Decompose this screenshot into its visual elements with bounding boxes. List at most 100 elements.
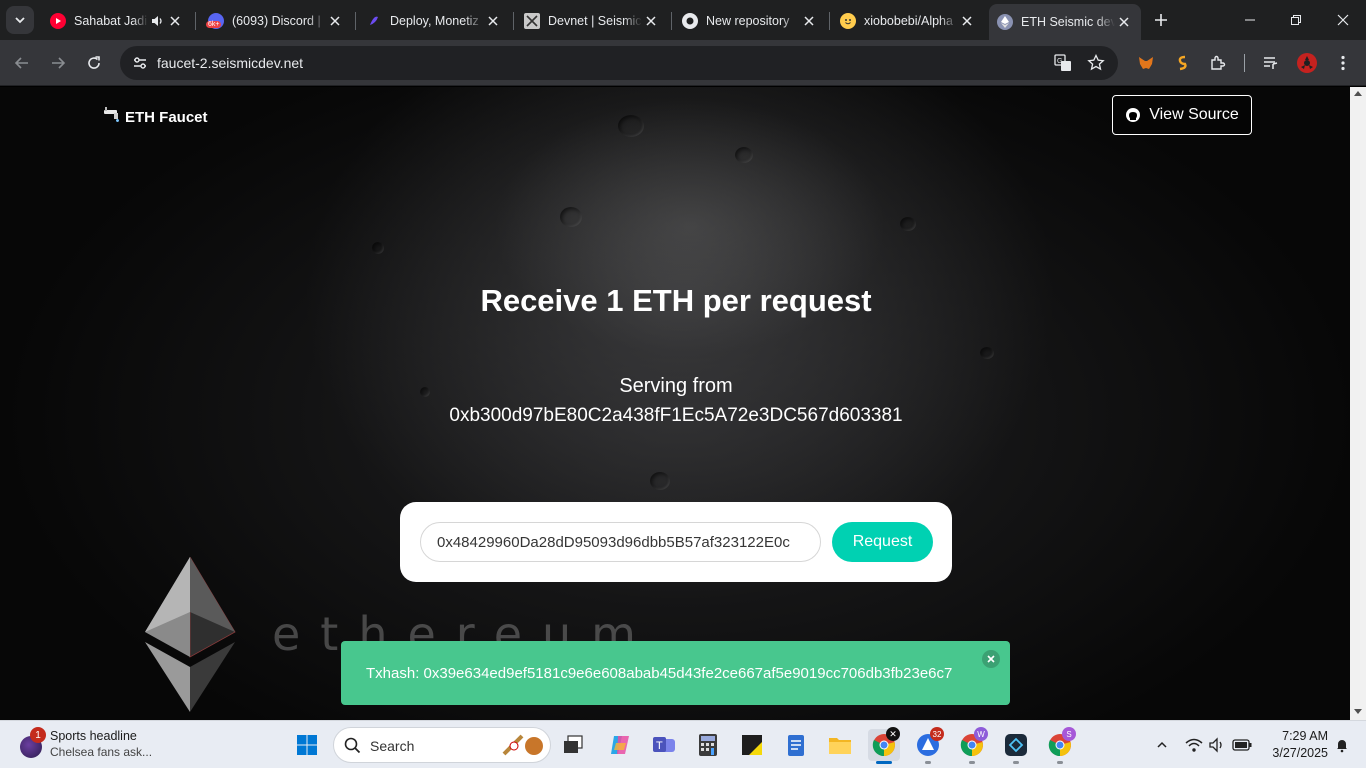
brand-logo[interactable]: ETH Faucet [103,107,208,127]
chevron-up-icon [1157,741,1167,748]
close-icon [987,655,995,663]
tab-close-icon[interactable] [1115,13,1133,31]
request-button[interactable]: Request [832,522,933,562]
app-button[interactable]: 32 [912,727,944,761]
url-text[interactable]: faucet-2.seismicdev.net [157,55,303,71]
tab-search-button[interactable] [6,6,34,34]
tab-close-icon[interactable] [166,12,184,30]
media-control-button[interactable] [1261,53,1281,73]
chrome-profile-w-button[interactable]: W [956,727,988,761]
search-icon [344,737,361,754]
tab-close-icon[interactable] [484,12,502,30]
tab-close-icon[interactable] [958,12,976,30]
sticky-notes-icon [742,735,762,755]
ethereum-logo-icon [145,557,236,712]
file-explorer-button[interactable] [824,729,856,761]
start-button[interactable] [291,729,323,761]
address-bar[interactable]: faucet-2.seismicdev.net G [120,46,1118,80]
speaker-icon[interactable] [148,12,166,30]
tab-close-icon[interactable] [800,12,818,30]
plus-icon [1155,14,1167,26]
notifications-button[interactable] [1332,735,1352,755]
running-indicator [969,761,975,764]
battery-button[interactable] [1232,735,1252,755]
s-extension[interactable] [1172,53,1192,73]
ethereum-icon [997,14,1013,30]
tab-github[interactable]: New repository [674,6,826,36]
teams-button[interactable]: T [648,729,680,761]
notepad-icon [788,735,804,756]
arrow-right-icon [52,57,66,69]
view-source-button[interactable]: View Source [1112,95,1252,135]
translate-button[interactable]: G [1053,53,1073,73]
tab-title: ETH Seismic dev [1021,15,1115,29]
page-scrollbar[interactable] [1350,87,1366,720]
copilot-button[interactable] [604,729,636,761]
github-icon [682,13,698,29]
close-window-button[interactable] [1333,10,1353,30]
clock-time[interactable]: 7:29 AM [1266,729,1328,743]
extensions-button[interactable] [1208,53,1228,73]
forward-button[interactable] [46,51,70,75]
show-hidden-icons-button[interactable] [1152,735,1172,755]
deploy-icon [366,13,382,29]
tab-seismic[interactable]: Devnet | Seismic [516,6,668,36]
news-badge: 1 [30,727,46,743]
restore-button[interactable] [1286,10,1306,30]
battery-icon [1232,739,1252,751]
running-indicator [1013,761,1019,764]
chrome-profile-s-button[interactable]: S [1044,727,1076,761]
news-widget[interactable]: 1 Sports headline Chelsea fans ask... [16,727,166,763]
scroll-down-arrow-icon[interactable] [1354,709,1362,714]
tab-separator [671,12,672,30]
calculator-icon [699,734,717,756]
tab-title: xiobobebi/Alpha [864,14,953,28]
site-info-button[interactable] [128,51,152,75]
back-button[interactable] [10,51,34,75]
news-title: Sports headline [50,729,137,743]
profile-button[interactable] [1297,53,1317,73]
wifi-button[interactable] [1184,735,1204,755]
wallet-address-input[interactable] [420,522,821,562]
windows-taskbar: 1 Sports headline Chelsea fans ask... Se… [0,720,1366,768]
moon-crater [980,347,994,359]
tab-close-icon[interactable] [326,12,344,30]
new-tab-button[interactable] [1150,9,1172,31]
tune-icon [134,57,146,69]
notification-close-button[interactable] [982,650,1000,668]
sticky-notes-button[interactable] [736,729,768,761]
tab-eth-seismic[interactable]: ETH Seismic dev [989,4,1141,40]
huggingface-icon [840,13,856,29]
brand-name: ETH Faucet [125,108,208,126]
youtube-icon [50,13,66,29]
tx-hash-text: Txhash: 0x39e634ed9ef5181c9e6e608abab45d… [366,665,953,682]
tab-title: Sahabat Jadi [74,14,147,28]
tab-huggingface[interactable]: xiobobebi/Alpha [832,6,984,36]
tab-close-icon[interactable] [642,12,660,30]
chrome-button-active[interactable]: ✕ [868,727,900,761]
bookmark-star-button[interactable] [1086,53,1106,73]
menu-button[interactable] [1333,53,1353,73]
tx-notification: Txhash: 0x39e634ed9ef5181c9e6e608abab45d… [341,641,1010,705]
taskbar-search[interactable]: Search [333,727,551,763]
calculator-button[interactable] [692,729,724,761]
scroll-up-arrow-icon[interactable] [1354,91,1362,96]
minimize-button[interactable] [1240,10,1260,30]
profile-badge-icon: ✕ [886,727,900,741]
tab-discord[interactable]: 6k+ (6093) Discord | [200,6,352,36]
tab-youtube[interactable]: Sahabat Jadi [42,6,192,36]
reload-button[interactable] [82,51,106,75]
tab-strip: Sahabat Jadi 6k+ (6093) Discord | Deploy… [0,0,1366,40]
task-view-button[interactable] [557,729,589,761]
speaker-icon [1209,737,1222,753]
metamask-extension[interactable] [1136,53,1156,73]
sports-highlight-icon [502,734,543,756]
tab-title: Deploy, Monetiz [390,14,479,28]
avatar [1297,53,1317,73]
notepad-button[interactable] [780,729,812,761]
tab-deploy[interactable]: Deploy, Monetiz [358,6,510,36]
discord-icon: 6k+ [206,13,224,29]
app-terminal-button[interactable] [1000,729,1032,761]
clock-date[interactable]: 3/27/2025 [1256,746,1328,760]
volume-button[interactable] [1207,735,1227,755]
